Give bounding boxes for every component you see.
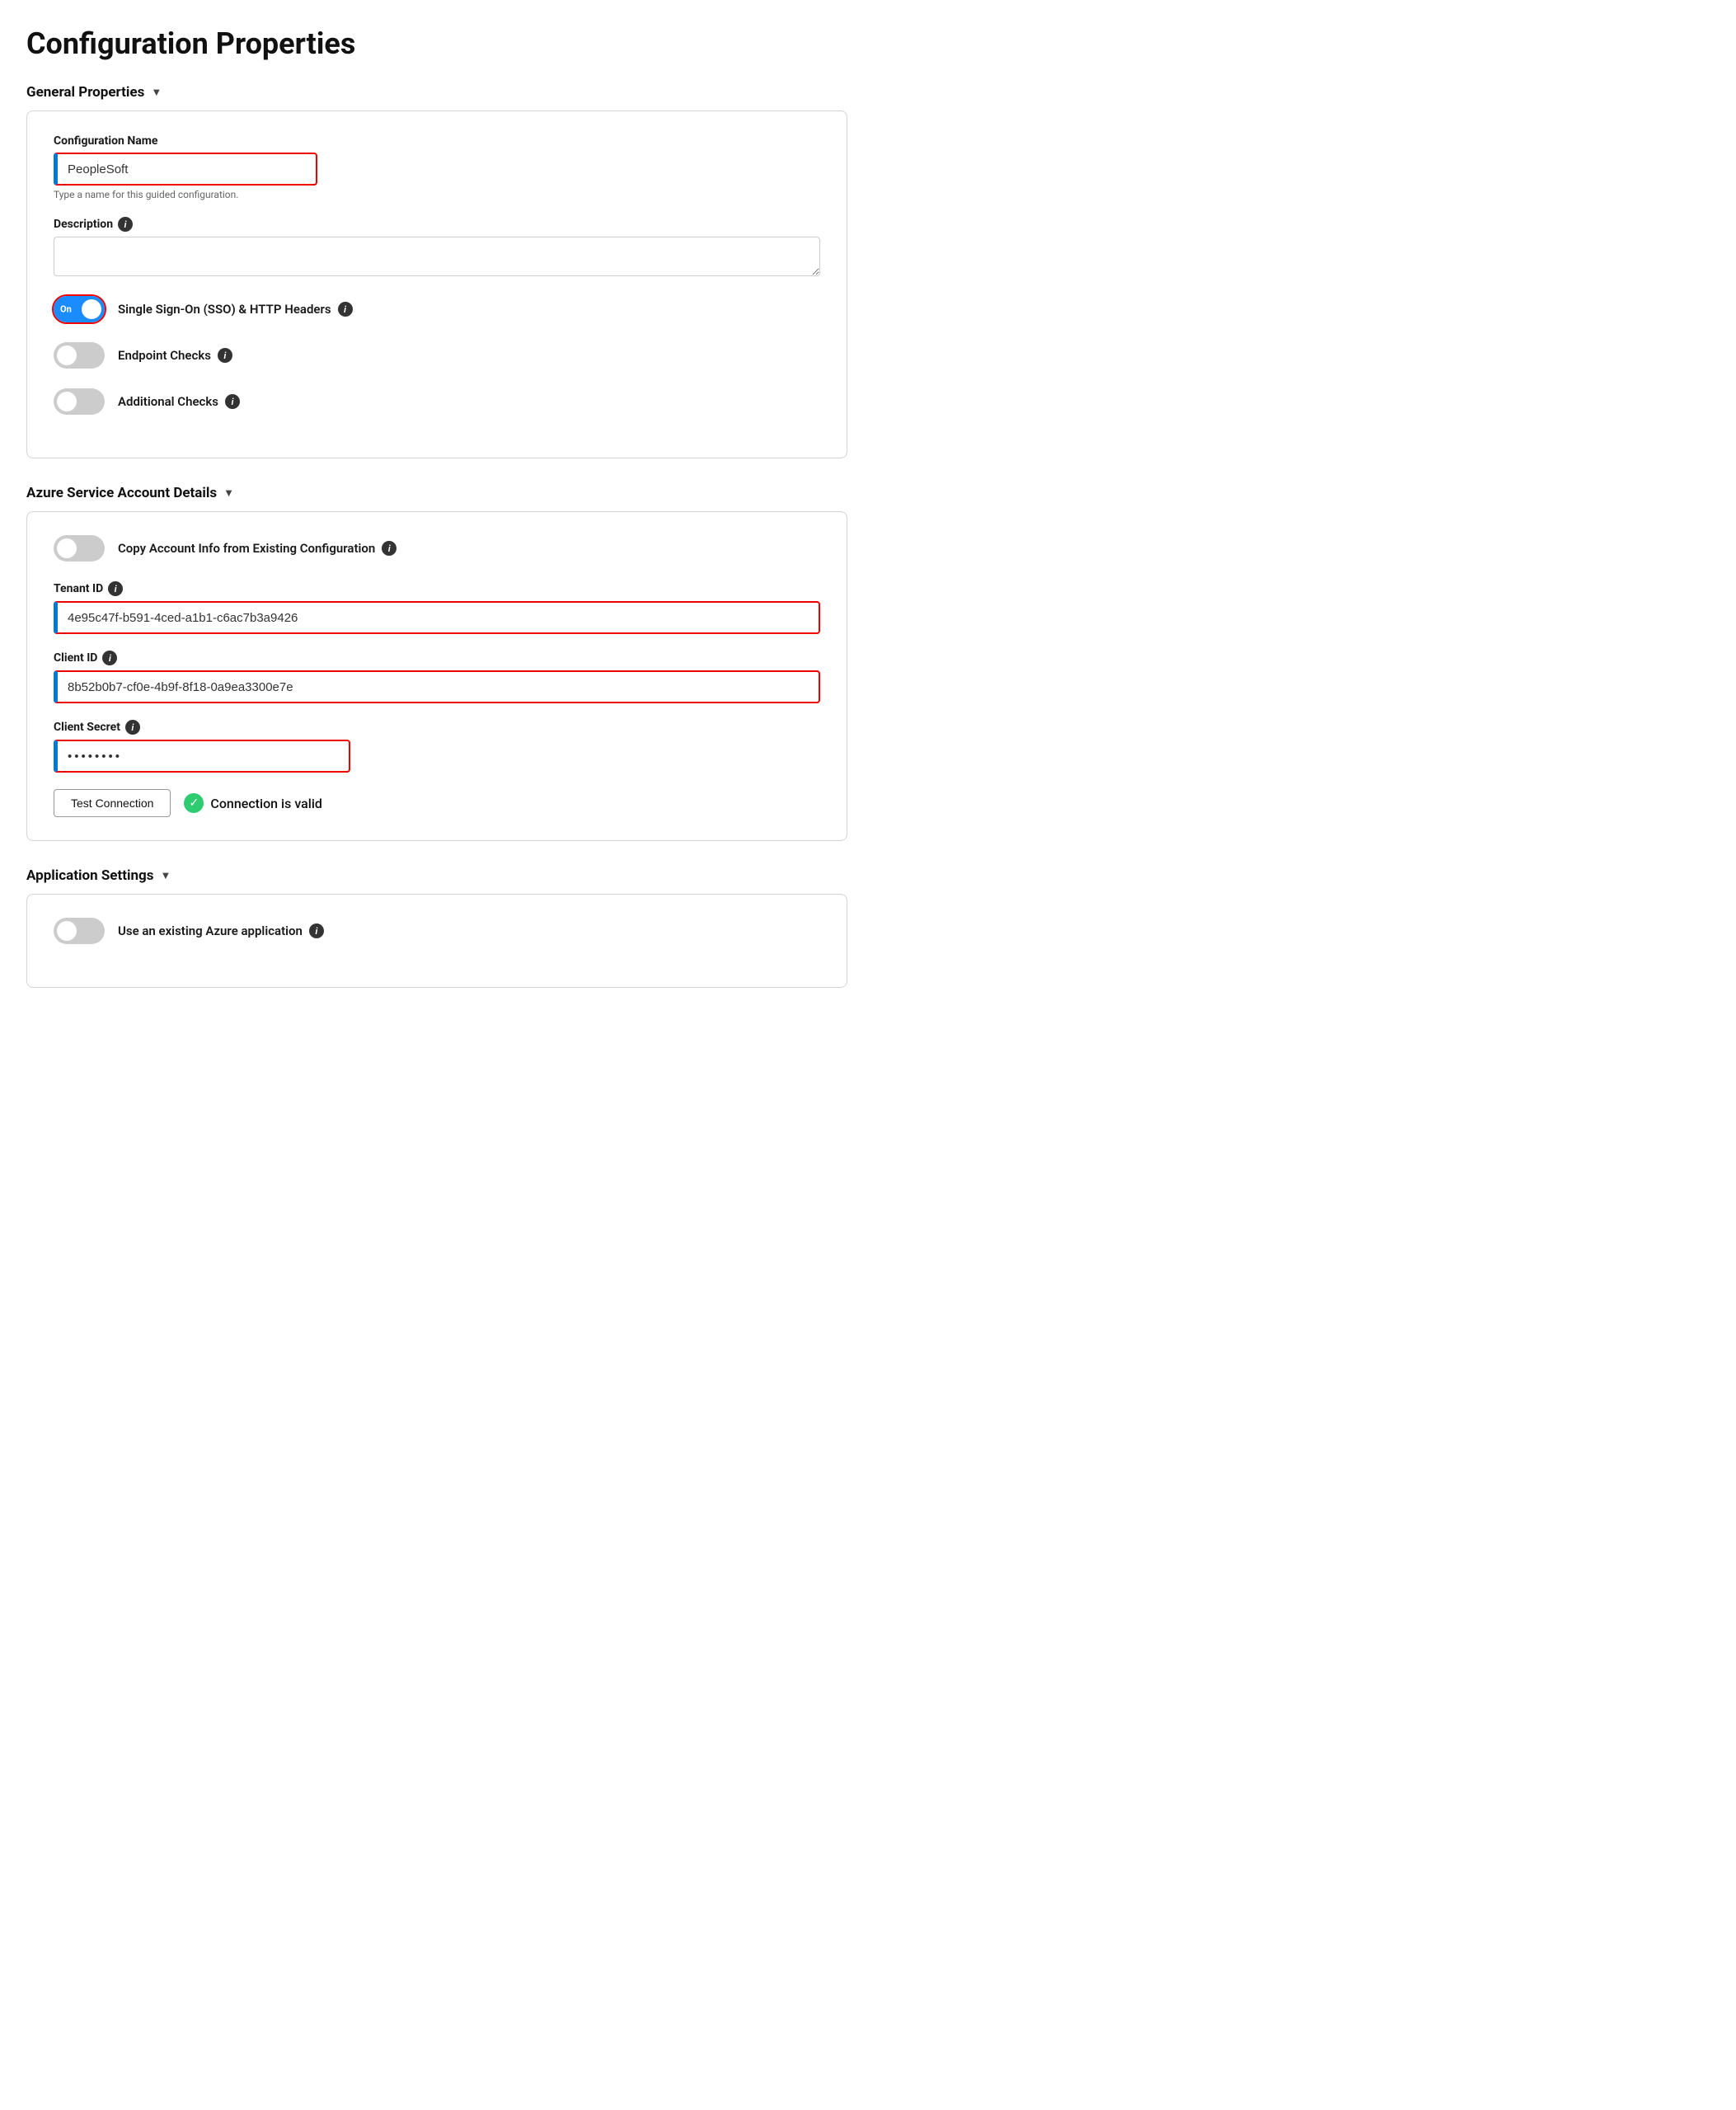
page-title: Configuration Properties [26, 26, 847, 61]
client-secret-group: Client Secret i [54, 720, 820, 773]
additional-checks-toggle[interactable] [54, 388, 105, 415]
tenant-id-label: Tenant ID i [54, 581, 820, 596]
additional-checks-label: Additional Checks i [118, 394, 240, 409]
config-name-label: Configuration Name [54, 134, 820, 148]
sso-label: Single Sign-On (SSO) & HTTP Headers i [118, 302, 353, 317]
copy-account-info-icon[interactable]: i [382, 541, 396, 556]
endpoint-info-icon[interactable]: i [218, 348, 232, 363]
azure-service-section-label: Azure Service Account Details ▼ [26, 485, 847, 501]
client-id-group: Client ID i [54, 651, 820, 703]
sso-info-icon[interactable]: i [338, 302, 353, 317]
copy-account-toggle[interactable] [54, 535, 105, 562]
sso-toggle-wrapper: On [54, 296, 105, 322]
description-input[interactable] [54, 237, 820, 276]
azure-app-label: Use an existing Azure application i [118, 923, 324, 938]
client-secret-label: Client Secret i [54, 720, 820, 735]
azure-service-section: Copy Account Info from Existing Configur… [26, 511, 847, 841]
test-connection-row: Test Connection ✓ Connection is valid [54, 789, 820, 817]
general-properties-section-label: General Properties ▼ [26, 84, 847, 101]
tenant-id-input[interactable] [54, 601, 820, 634]
description-group: Description i [54, 217, 820, 280]
azure-app-toggle[interactable] [54, 918, 105, 944]
general-properties-chevron[interactable]: ▼ [151, 86, 162, 99]
test-connection-button[interactable]: Test Connection [54, 789, 171, 817]
config-name-group: Configuration Name Type a name for this … [54, 134, 820, 200]
endpoint-checks-toggle-row: Endpoint Checks i [54, 342, 820, 369]
client-id-info-icon[interactable]: i [102, 651, 117, 665]
general-properties-section: Configuration Name Type a name for this … [26, 110, 847, 458]
sso-toggle[interactable]: On [54, 296, 105, 322]
client-id-input[interactable] [54, 670, 820, 703]
client-id-label: Client ID i [54, 651, 820, 665]
azure-app-toggle-row: Use an existing Azure application i [54, 918, 820, 944]
azure-service-chevron[interactable]: ▼ [223, 486, 234, 500]
copy-account-toggle-row: Copy Account Info from Existing Configur… [54, 535, 820, 562]
additional-checks-toggle-row: Additional Checks i [54, 388, 820, 415]
app-settings-title: Application Settings [26, 867, 153, 884]
config-name-input[interactable] [54, 153, 317, 186]
azure-app-info-icon[interactable]: i [309, 923, 324, 938]
tenant-id-info-icon[interactable]: i [108, 581, 123, 596]
connection-status: ✓ Connection is valid [184, 793, 322, 813]
endpoint-checks-toggle[interactable] [54, 342, 105, 369]
endpoint-checks-label: Endpoint Checks i [118, 348, 232, 363]
app-settings-section: Use an existing Azure application i [26, 894, 847, 988]
config-name-helper: Type a name for this guided configuratio… [54, 189, 820, 200]
description-label: Description i [54, 217, 820, 232]
app-settings-chevron[interactable]: ▼ [160, 869, 171, 882]
app-settings-section-label: Application Settings ▼ [26, 867, 847, 884]
description-info-icon[interactable]: i [118, 217, 133, 232]
connection-valid-icon: ✓ [184, 793, 204, 813]
client-secret-input[interactable] [54, 740, 350, 773]
azure-service-title: Azure Service Account Details [26, 485, 217, 501]
client-secret-info-icon[interactable]: i [125, 720, 140, 735]
copy-account-label: Copy Account Info from Existing Configur… [118, 541, 396, 556]
connection-status-text: Connection is valid [210, 796, 322, 811]
sso-on-label: On [60, 304, 72, 315]
sso-toggle-row: On Single Sign-On (SSO) & HTTP Headers i [54, 296, 820, 322]
general-properties-title: General Properties [26, 84, 144, 101]
additional-checks-info-icon[interactable]: i [225, 394, 240, 409]
tenant-id-group: Tenant ID i [54, 581, 820, 634]
